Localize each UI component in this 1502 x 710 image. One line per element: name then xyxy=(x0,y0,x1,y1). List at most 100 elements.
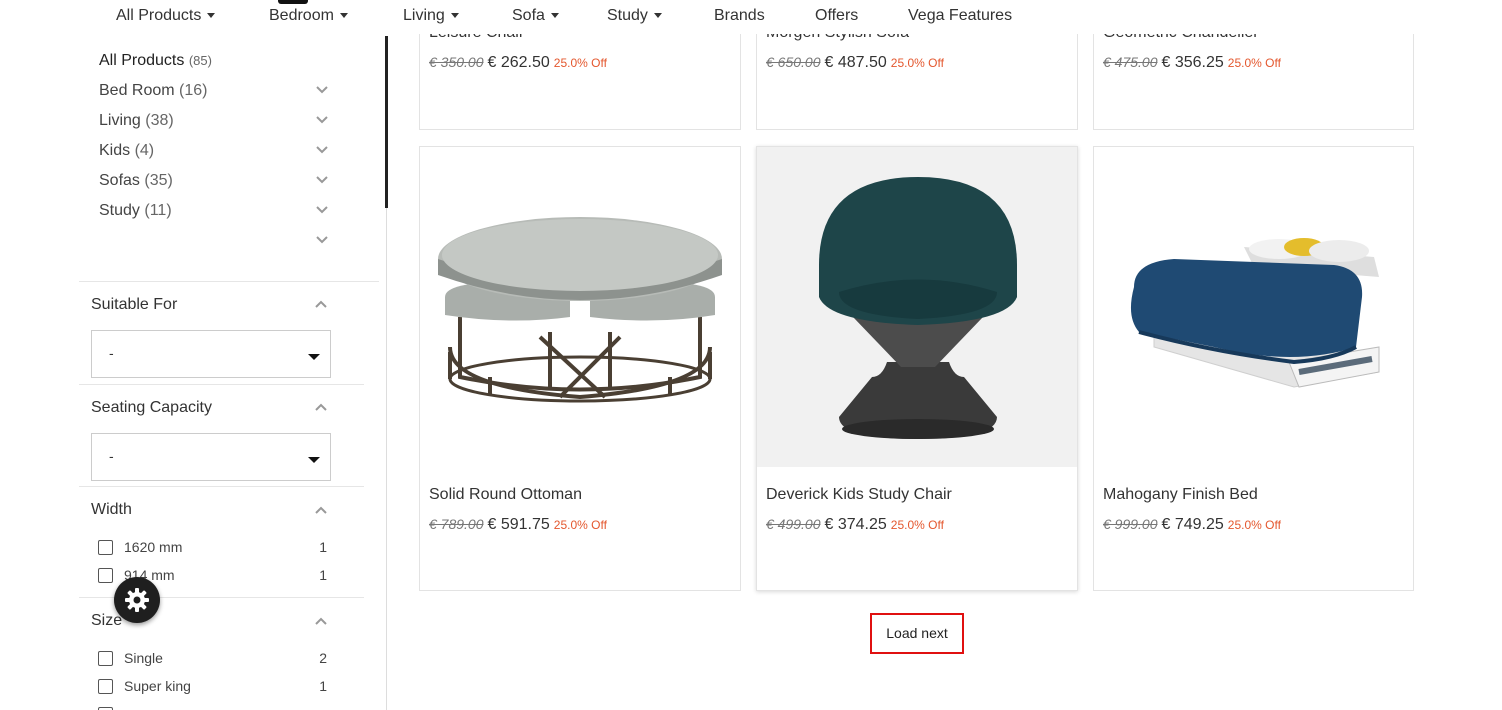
option-count: 1 xyxy=(319,678,327,694)
category-bed-room[interactable]: Bed Room (16) xyxy=(99,82,208,100)
gear-icon xyxy=(125,588,149,612)
size-option-partial[interactable] xyxy=(97,704,327,710)
category-label: Bed Room xyxy=(99,82,175,99)
category-label: Sofas xyxy=(99,172,140,189)
nav-living[interactable]: Living xyxy=(403,7,459,25)
category-sofas[interactable]: Sofas (35) xyxy=(99,172,173,190)
category-study[interactable]: Study (11) xyxy=(99,202,172,220)
chevron-up-icon[interactable] xyxy=(315,617,327,625)
nav-vega-features[interactable]: Vega Features xyxy=(908,7,1012,25)
option-count: 1 xyxy=(319,539,327,555)
category-living[interactable]: Living (38) xyxy=(99,112,174,130)
sidebar-scrollbar[interactable] xyxy=(385,36,388,208)
price-row: € 350.00 € 262.50 25.0% Off xyxy=(429,54,607,72)
nav-bedroom[interactable]: Bedroom xyxy=(269,7,348,25)
chevron-down-icon[interactable] xyxy=(316,176,328,186)
price-row: € 650.00 € 487.50 25.0% Off xyxy=(766,54,944,72)
ottoman-illustration xyxy=(438,217,722,403)
bed-illustration xyxy=(1130,238,1380,388)
category-kids[interactable]: Kids (4) xyxy=(99,142,154,160)
chevron-down-icon[interactable] xyxy=(316,236,328,246)
nav-study[interactable]: Study xyxy=(607,7,662,25)
bed-image[interactable] xyxy=(1094,147,1413,467)
size-option-super-king[interactable]: Super king 1 xyxy=(97,676,327,696)
discount-badge: 25.0% Off xyxy=(553,518,607,532)
nav-offers-label: Offers xyxy=(815,7,859,24)
chevron-down-icon[interactable] xyxy=(316,206,328,216)
new-price: € 374.25 xyxy=(824,516,887,533)
filter-title-size[interactable]: Size xyxy=(91,612,122,630)
category-label: Living xyxy=(99,112,141,129)
category-label: Study xyxy=(99,202,140,219)
section-divider xyxy=(79,384,364,385)
nav-living-label: Living xyxy=(403,7,445,24)
category-all-products[interactable]: All Products (85) xyxy=(99,52,212,70)
new-price: € 487.50 xyxy=(824,54,887,71)
caret-down-icon xyxy=(450,13,459,19)
discount-badge: 25.0% Off xyxy=(1227,518,1281,532)
caret-down-icon xyxy=(207,13,216,19)
filter-title-suitable-for[interactable]: Suitable For xyxy=(91,296,177,314)
product-name[interactable]: Solid Round Ottoman xyxy=(429,486,582,504)
caret-down-icon xyxy=(308,354,320,360)
option-label: Super king xyxy=(124,678,191,694)
chevron-down-icon[interactable] xyxy=(316,116,328,126)
discount-badge: 25.0% Off xyxy=(890,56,944,70)
old-price: € 475.00 xyxy=(1103,54,1158,70)
category-count: (16) xyxy=(179,82,208,99)
chevron-down-icon[interactable] xyxy=(316,86,328,96)
product-card[interactable]: Solid Round Ottoman € 789.00 € 591.75 25.0… xyxy=(419,146,741,591)
section-divider xyxy=(79,486,364,487)
new-price: € 262.50 xyxy=(487,54,550,71)
chevron-down-icon[interactable] xyxy=(316,146,328,156)
price-row: € 499.00 € 374.25 25.0% Off xyxy=(766,516,944,534)
nav-study-label: Study xyxy=(607,7,648,24)
checkbox[interactable] xyxy=(98,651,113,666)
select-value: - xyxy=(109,448,114,464)
product-card[interactable]: Mahogany Finish Bed € 999.00 € 749.25 25.0… xyxy=(1093,146,1414,591)
category-count: (85) xyxy=(188,53,212,68)
size-option-single[interactable]: Single 2 xyxy=(97,648,327,668)
new-price: € 749.25 xyxy=(1161,516,1224,533)
new-price: € 591.75 xyxy=(487,516,550,533)
width-option-1620[interactable]: 1620 mm 1 xyxy=(97,537,327,557)
category-label: Kids xyxy=(99,142,131,159)
product-card[interactable]: Deverick Kids Study Chair € 499.00 € 374.… xyxy=(756,146,1078,591)
product-name[interactable]: Deverick Kids Study Chair xyxy=(766,486,952,504)
filter-title-seating-capacity[interactable]: Seating Capacity xyxy=(91,399,212,417)
caret-down-icon xyxy=(550,13,559,19)
checkbox[interactable] xyxy=(98,568,113,583)
chevron-up-icon[interactable] xyxy=(315,300,327,308)
nav-vega-features-label: Vega Features xyxy=(908,7,1013,24)
checkbox[interactable] xyxy=(98,540,113,555)
caret-down-icon xyxy=(653,13,662,19)
round-ottoman-image[interactable] xyxy=(420,147,740,467)
caret-down-icon xyxy=(339,13,348,19)
top-navigation: All Products Bedroom Living Sofa Study B… xyxy=(0,0,1502,34)
load-next-button[interactable]: Load next xyxy=(870,613,964,654)
caret-down-icon xyxy=(308,457,320,463)
category-count: (11) xyxy=(144,202,172,219)
nav-sofa[interactable]: Sofa xyxy=(512,7,559,25)
suitable-for-select[interactable]: - xyxy=(91,330,331,378)
old-price: € 999.00 xyxy=(1103,516,1158,532)
filter-title-width[interactable]: Width xyxy=(91,501,132,519)
price-row: € 475.00 € 356.25 25.0% Off xyxy=(1103,54,1281,72)
checkbox[interactable] xyxy=(98,679,113,694)
chair-illustration xyxy=(819,177,1017,439)
old-price: € 650.00 xyxy=(766,54,821,70)
category-label: All Products xyxy=(99,52,185,69)
settings-button[interactable] xyxy=(114,577,160,623)
study-chair-image[interactable] xyxy=(757,147,1077,467)
nav-tooltip-tip xyxy=(278,0,308,4)
nav-offers[interactable]: Offers xyxy=(815,7,858,25)
chevron-up-icon[interactable] xyxy=(315,403,327,411)
category-count: (35) xyxy=(144,172,173,189)
old-price: € 350.00 xyxy=(429,54,484,70)
seating-capacity-select[interactable]: - xyxy=(91,433,331,481)
nav-all-products[interactable]: All Products xyxy=(116,7,216,25)
chevron-up-icon[interactable] xyxy=(315,506,327,514)
product-name[interactable]: Mahogany Finish Bed xyxy=(1103,486,1258,504)
nav-brands[interactable]: Brands xyxy=(714,7,765,25)
old-price: € 789.00 xyxy=(429,516,484,532)
